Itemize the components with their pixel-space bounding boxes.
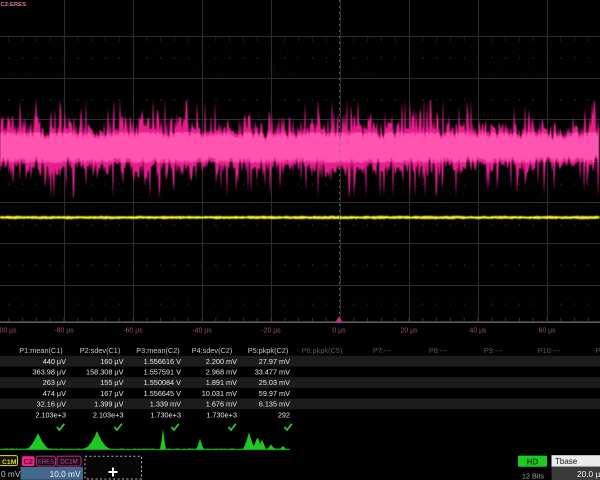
svg-text:20 µs: 20 µs (401, 328, 419, 335)
svg-text:167 µV: 167 µV (100, 389, 123, 398)
svg-text:12 Bits: 12 Bits (522, 472, 544, 480)
svg-text:263 µV: 263 µV (43, 378, 66, 387)
svg-text:P4:sdev(C2): P4:sdev(C2) (192, 346, 233, 355)
svg-text:C1M: C1M (2, 459, 17, 466)
svg-text:C2: C2 (23, 457, 32, 466)
svg-text:1.556645 V: 1.556645 V (144, 389, 181, 398)
svg-text:C2:ERES: C2:ERES (1, 2, 27, 8)
svg-text:-20 µs: -20 µs (261, 328, 281, 335)
svg-text:2.103e+3: 2.103e+3 (35, 410, 66, 419)
svg-text:HD: HD (527, 457, 539, 466)
svg-text:6.135 mV: 6.135 mV (259, 400, 290, 409)
svg-text:40 µs: 40 µs (470, 328, 488, 335)
svg-text:1.339 mV: 1.339 mV (150, 400, 181, 409)
svg-text:10.0 mV: 10.0 mV (50, 469, 81, 479)
svg-text:P7:---: P7:--- (373, 346, 392, 355)
svg-text:59.97 mV: 59.97 mV (259, 389, 290, 398)
svg-text:155 µV: 155 µV (100, 378, 123, 387)
svg-text:32.16 µV: 32.16 µV (37, 400, 66, 409)
svg-text:0 mV: 0 mV (1, 469, 21, 479)
svg-text:Tbase: Tbase (555, 457, 578, 466)
svg-text:10.031 mV: 10.031 mV (202, 389, 237, 398)
svg-text:160 µV: 160 µV (100, 357, 123, 366)
svg-text:ERES: ERES (38, 460, 54, 466)
svg-text:P3:mean(C2): P3:mean(C2) (136, 346, 179, 355)
svg-text:P9:---: P9:--- (484, 346, 503, 355)
svg-text:P10:---: P10:--- (538, 346, 561, 355)
svg-text:2.103e+3: 2.103e+3 (93, 410, 124, 419)
svg-text:33.477 mV: 33.477 mV (255, 368, 290, 377)
svg-text:292: 292 (278, 410, 290, 419)
svg-text:1.557591 V: 1.557591 V (144, 368, 181, 377)
svg-text:1.399 µV: 1.399 µV (94, 400, 123, 409)
svg-text:P1:mean(C1): P1:mean(C1) (19, 346, 62, 355)
svg-text:P6:pkpk(C5): P6:pkpk(C5) (302, 346, 343, 355)
svg-text:-60 µs: -60 µs (123, 328, 143, 335)
svg-text:25.03 mV: 25.03 mV (259, 378, 290, 387)
svg-text:1.730e+3: 1.730e+3 (206, 410, 237, 419)
svg-text:-40 µs: -40 µs (192, 328, 212, 335)
svg-text:60 µs: 60 µs (539, 328, 557, 335)
svg-text:-100 µs: -100 µs (0, 328, 17, 335)
svg-text:P5:pkpk(C2): P5:pkpk(C2) (248, 346, 289, 355)
svg-text:1.550084 V: 1.550084 V (144, 378, 181, 387)
svg-text:474 µV: 474 µV (43, 389, 66, 398)
svg-text:2.968 mV: 2.968 mV (206, 368, 237, 377)
svg-text:1.730e+3: 1.730e+3 (150, 410, 181, 419)
svg-text:P11: P11 (596, 346, 600, 355)
svg-text:1.556616 V: 1.556616 V (144, 357, 181, 366)
svg-text:440 µV: 440 µV (43, 357, 66, 366)
svg-text:P2:sdev(C1): P2:sdev(C1) (80, 346, 121, 355)
svg-text:2.200 mV: 2.200 mV (206, 357, 237, 366)
svg-text:27.97 mV: 27.97 mV (259, 357, 290, 366)
svg-text:1.676 mV: 1.676 mV (206, 400, 237, 409)
svg-text:-80 µs: -80 µs (54, 328, 74, 335)
svg-text:DC1M: DC1M (60, 459, 78, 466)
svg-text:158.308 µV: 158.308 µV (86, 368, 124, 377)
svg-text:0 µs: 0 µs (332, 328, 346, 335)
svg-text:363.98 µV: 363.98 µV (33, 368, 67, 377)
svg-text:20.0 µs: 20.0 µs (577, 469, 600, 479)
svg-text:1.891 mV: 1.891 mV (206, 378, 237, 387)
svg-text:P8:---: P8:--- (429, 346, 448, 355)
